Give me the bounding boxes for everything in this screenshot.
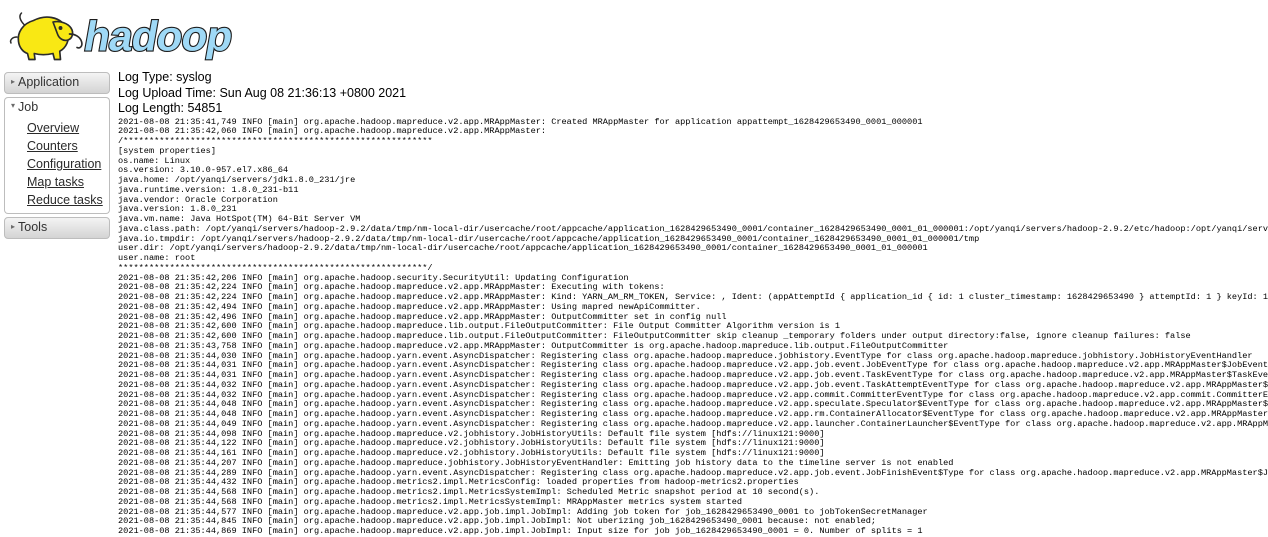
log-line: 2021-08-08 21:35:44,432 INFO [main] org.…	[118, 478, 799, 488]
log-line: java.class.path: /opt/yanqi/servers/hado…	[118, 224, 1268, 234]
elephant-icon	[9, 12, 83, 61]
log-line: 2021-08-08 21:35:42,224 INFO [main] org.…	[118, 293, 1268, 302]
log-line: ****************************************…	[118, 263, 433, 273]
log-line: 2021-08-08 21:35:44,048 INFO [main] org.…	[118, 400, 1268, 410]
sidebar-job-links: Overview Counters Configuration Map task…	[4, 117, 110, 215]
log-line: 2021-08-08 21:35:44,289 INFO [main] org.…	[118, 468, 1268, 478]
sidebar-item-counters[interactable]: Counters	[27, 140, 78, 154]
hadoop-logo: hadoop	[9, 12, 233, 61]
list-item: Overview	[5, 119, 109, 137]
sidebar-header-application[interactable]: ▸ Application	[4, 72, 110, 94]
log-line: [system properties]	[118, 146, 216, 156]
sidebar-item-reduce-tasks[interactable]: Reduce tasks	[27, 194, 103, 208]
log-line: 2021-08-08 21:35:44,031 INFO [main] org.…	[118, 361, 1268, 371]
sidebar-header-label: Application	[18, 75, 80, 89]
log-line: java.version: 1.8.0_231	[118, 205, 237, 215]
sidebar-section-tools: ▸ Tools	[4, 217, 110, 240]
log-line: 2021-08-08 21:35:44,122 INFO [main] org.…	[118, 439, 825, 449]
log-line: java.home: /opt/yanqi/servers/jdk1.8.0_2…	[118, 176, 356, 185]
log-line: os.version: 3.10.0-957.el7.x86_64	[118, 166, 289, 176]
log-line: 2021-08-08 21:35:43,758 INFO [main] org.…	[118, 341, 949, 351]
log-line: user.dir: /opt/yanqi/servers/hadoop-2.9.…	[118, 244, 928, 254]
log-line: 2021-08-08 21:35:44,869 INFO [main] org.…	[118, 527, 923, 536]
log-line: 2021-08-08 21:35:44,048 INFO [main] org.…	[118, 410, 1268, 419]
list-item: Counters	[5, 137, 109, 155]
chevron-right-icon: ▸	[11, 222, 16, 232]
log-length: Log Length: 54851	[118, 101, 223, 115]
log-text: 2021-08-08 21:35:41,749 INFO [main] org.…	[118, 118, 1268, 537]
sidebar-section-application: ▸ Application	[4, 72, 110, 94]
log-line: user.name: root	[118, 254, 196, 263]
list-item: Map tasks	[5, 173, 109, 191]
list-item: Configuration	[5, 155, 109, 173]
log-type: Log Type: syslog	[118, 70, 212, 84]
list-item: Reduce tasks	[5, 191, 109, 209]
sidebar-header-tools[interactable]: ▸ Tools	[4, 217, 110, 240]
log-line: 2021-08-08 21:35:42,600 INFO [main] org.…	[118, 332, 1191, 341]
log-line: 2021-08-08 21:35:44,098 INFO [main] org.…	[118, 429, 825, 439]
log-viewer-page: hadoop ▸ Application ▾ Job Overview Counte…	[0, 0, 1268, 537]
sidebar-header-job[interactable]: ▾ Job	[4, 96, 110, 118]
log-line: 2021-08-08 21:35:42,496 INFO [main] org.…	[118, 312, 727, 322]
log-line: 2021-08-08 21:35:42,600 INFO [main] org.…	[118, 322, 840, 332]
log-line: 2021-08-08 21:35:41,749 INFO [main] org.…	[118, 117, 923, 127]
sidebar-item-map-tasks[interactable]: Map tasks	[27, 176, 84, 190]
log-line: 2021-08-08 21:35:44,568 INFO [main] org.…	[118, 497, 743, 507]
log-line: 2021-08-08 21:35:42,060 INFO [main] org.…	[118, 127, 547, 137]
sidebar-item-configuration[interactable]: Configuration	[27, 158, 101, 172]
log-line: /***************************************…	[118, 137, 433, 146]
log-line: 2021-08-08 21:35:44,030 INFO [main] org.…	[118, 351, 1253, 361]
log-line: java.vm.name: Java HotSpot(TM) 64-Bit Se…	[118, 215, 361, 224]
chevron-right-icon: ▸	[11, 76, 16, 86]
log-line: 2021-08-08 21:35:44,577 INFO [main] org.…	[118, 507, 928, 517]
sidebar-header-label: Job	[18, 99, 39, 114]
chevron-down-icon: ▾	[11, 101, 16, 111]
sidebar-section-job: ▾ Job Overview Counters Configuration Map…	[4, 96, 110, 215]
log-upload-time: Log Upload Time: Sun Aug 08 21:36:13 +08…	[118, 85, 407, 100]
hadoop-wordmark: hadoop	[80, 12, 233, 61]
log-line: 2021-08-08 21:35:44,031 INFO [main] org.…	[118, 371, 1268, 380]
sidebar: ▸ Application ▾ Job Overview Counters Conf…	[0, 68, 112, 242]
svg-text:hadoop: hadoop	[81, 13, 233, 60]
sidebar-item-overview[interactable]: Overview	[27, 122, 79, 136]
log-line: java.runtime.version: 1.8.0_231-b11	[118, 185, 299, 195]
log-line: 2021-08-08 21:35:42,224 INFO [main] org.…	[118, 283, 665, 293]
log-line: 2021-08-08 21:35:44,568 INFO [main] org.…	[118, 488, 820, 497]
log-line: 2021-08-08 21:35:42,494 INFO [main] org.…	[118, 302, 701, 312]
log-line: 2021-08-08 21:35:44,161 INFO [main] org.…	[118, 449, 825, 458]
log-line: 2021-08-08 21:35:44,032 INFO [main] org.…	[118, 380, 1268, 390]
log-line: 2021-08-08 21:35:44,845 INFO [main] org.…	[118, 517, 877, 527]
page-header: hadoop	[0, 0, 1268, 68]
log-line: 2021-08-08 21:35:44,032 INFO [main] org.…	[118, 390, 1268, 400]
log-line: 2021-08-08 21:35:44,207 INFO [main] org.…	[118, 458, 954, 468]
log-line: java.vendor: Oracle Corporation	[118, 195, 278, 205]
log-line: java.io.tmpdir: /opt/yanqi/servers/hadoo…	[118, 234, 980, 244]
log-line: 2021-08-08 21:35:42,206 INFO [main] org.…	[118, 273, 629, 283]
log-content: Log Type: syslog Log Upload Time: Sun Au…	[112, 68, 1268, 537]
sidebar-header-label: Tools	[18, 220, 48, 235]
page-body: ▸ Application ▾ Job Overview Counters Conf…	[0, 68, 1268, 537]
log-line: 2021-08-08 21:35:44,049 INFO [main] org.…	[118, 419, 1268, 429]
log-line: os.name: Linux	[118, 156, 191, 166]
